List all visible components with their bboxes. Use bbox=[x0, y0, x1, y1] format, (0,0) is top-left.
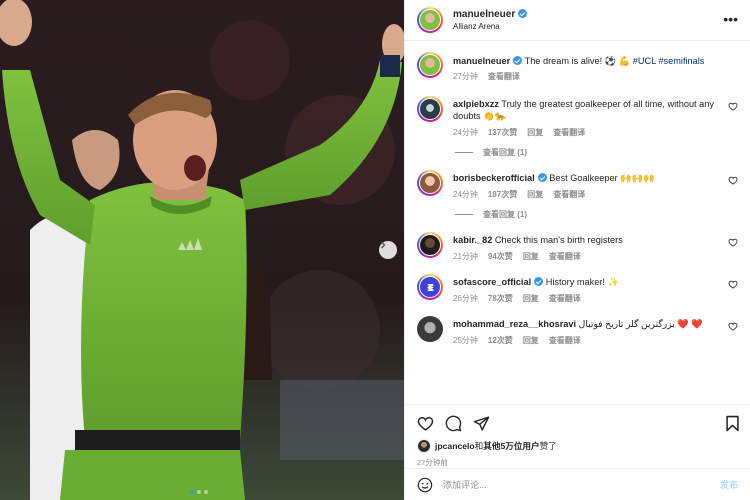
heart-icon[interactable] bbox=[728, 238, 738, 247]
chevron-right-icon bbox=[381, 241, 386, 249]
avatar[interactable] bbox=[417, 439, 431, 453]
share-icon[interactable] bbox=[473, 415, 490, 432]
comment-input[interactable] bbox=[443, 479, 720, 490]
bookmark-icon[interactable] bbox=[725, 415, 740, 432]
comment-likes[interactable]: 12次赞 bbox=[488, 335, 513, 346]
divider bbox=[455, 152, 473, 153]
caption-emoji: ⚽ 💪 bbox=[604, 56, 631, 66]
comments-list[interactable]: manuelneuer The dream is alive! ⚽ 💪 #UCL… bbox=[405, 41, 750, 404]
liker-username[interactable]: jpcancelo bbox=[435, 441, 475, 451]
carousel-dot bbox=[190, 490, 194, 494]
post-time: 27分钟前 bbox=[417, 458, 448, 467]
goalkeeper-photo bbox=[0, 0, 404, 500]
comment-icon[interactable] bbox=[445, 415, 462, 432]
comment-username[interactable]: sofascore_official bbox=[453, 277, 531, 287]
verified-badge-icon bbox=[537, 173, 547, 182]
comment-item: kabir._82 Check this man's birth registe… bbox=[417, 232, 738, 262]
avatar[interactable] bbox=[417, 7, 443, 33]
translate-link[interactable]: 查看翻译 bbox=[549, 251, 581, 262]
view-replies-label: 查看回复 (1) bbox=[483, 148, 527, 157]
avatar[interactable] bbox=[417, 52, 443, 78]
comment-text: Check this man's birth registers bbox=[494, 235, 623, 245]
comment-likes[interactable]: 137次赞 bbox=[488, 127, 517, 138]
avatar[interactable] bbox=[417, 274, 443, 300]
reply-link[interactable]: 回复 bbox=[523, 251, 539, 262]
avatar[interactable] bbox=[417, 316, 443, 342]
comment-time: 24分钟 bbox=[453, 190, 478, 199]
caption-hashtags[interactable]: #UCL #semifinals bbox=[633, 56, 705, 66]
verified-badge-icon bbox=[513, 56, 523, 65]
heart-icon[interactable] bbox=[728, 176, 738, 185]
comment-time: 21分钟 bbox=[453, 252, 478, 261]
reply-link[interactable]: 回复 bbox=[523, 293, 539, 304]
comment-username[interactable]: borisbeckerofficial bbox=[453, 173, 535, 183]
post-side-panel: manuelneuer Allianz Arena ••• manuelneue… bbox=[404, 0, 750, 500]
reply-link[interactable]: 回复 bbox=[527, 127, 543, 138]
post-header: manuelneuer Allianz Arena ••• bbox=[405, 0, 750, 41]
comment-item: borisbeckerofficial Best Goalkeeper 🙌🙌🙌 … bbox=[417, 170, 738, 200]
post-comment-button[interactable]: 发布 bbox=[720, 478, 738, 491]
translate-link[interactable]: 查看翻译 bbox=[549, 293, 581, 304]
comment-likes[interactable]: 187次赞 bbox=[488, 189, 517, 200]
comment-item: axlpiebxzz Truly the greatest goalkeeper… bbox=[417, 96, 738, 138]
heart-icon[interactable] bbox=[728, 280, 738, 289]
verified-badge-icon bbox=[534, 277, 544, 286]
likes-others[interactable]: 其他5万位用户 bbox=[483, 441, 539, 451]
likes-text-end: 赞了 bbox=[539, 441, 557, 451]
reply-link[interactable]: 回复 bbox=[527, 189, 543, 200]
sofascore-logo-icon bbox=[426, 283, 434, 291]
more-horizontal-icon[interactable]: ••• bbox=[723, 12, 738, 26]
post-username[interactable]: manuelneuer bbox=[453, 9, 515, 20]
view-replies-link[interactable]: 查看回复 (1) bbox=[455, 209, 738, 220]
likes-text: 和 bbox=[474, 441, 484, 451]
comment-text: History maker! ✨ bbox=[545, 277, 619, 287]
reply-link[interactable]: 回复 bbox=[523, 335, 539, 346]
comment-time: 24分钟 bbox=[453, 128, 478, 137]
heart-icon[interactable] bbox=[728, 102, 738, 111]
comment-text: بزرگترین گلر تاریخ فوتبال ❤️ ❤️ bbox=[578, 319, 703, 329]
carousel-dot bbox=[204, 490, 208, 494]
next-photo-button[interactable] bbox=[379, 241, 397, 259]
comment-text: Best Goalkeeper 🙌🙌🙌 bbox=[549, 173, 655, 183]
view-replies-link[interactable]: 查看回复 (1) bbox=[455, 147, 738, 158]
avatar[interactable] bbox=[417, 170, 443, 196]
comment-username[interactable]: axlpiebxzz bbox=[453, 99, 499, 109]
comment-item: mohammad_reza__khosravi بزرگترین گلر تار… bbox=[417, 316, 738, 346]
comment-likes[interactable]: 78次赞 bbox=[488, 293, 513, 304]
carousel-dot bbox=[197, 490, 201, 494]
add-comment-bar: 发布 bbox=[405, 468, 750, 500]
comment-item: sofascore_official History maker! ✨ 26分钟… bbox=[417, 274, 738, 304]
likes-summary[interactable]: jpcancelo和其他5万位用户赞了 bbox=[417, 439, 738, 453]
caption-username[interactable]: manuelneuer bbox=[453, 56, 510, 66]
post-photo bbox=[0, 0, 404, 500]
comment-likes[interactable]: 94次赞 bbox=[488, 251, 513, 262]
divider bbox=[455, 214, 473, 215]
comment-username[interactable]: mohammad_reza__khosravi bbox=[453, 319, 576, 329]
post-actions: jpcancelo和其他5万位用户赞了 27分钟前 bbox=[405, 404, 750, 468]
translate-link[interactable]: 查看翻译 bbox=[553, 189, 585, 200]
verified-badge-icon bbox=[518, 9, 528, 18]
translate-link[interactable]: 查看翻译 bbox=[553, 127, 585, 138]
comment-time: 25分钟 bbox=[453, 336, 478, 345]
translate-link[interactable]: 查看翻译 bbox=[488, 71, 520, 82]
translate-link[interactable]: 查看翻译 bbox=[549, 335, 581, 346]
avatar[interactable] bbox=[417, 96, 443, 122]
header-text: manuelneuer Allianz Arena bbox=[453, 7, 528, 33]
carousel-dots bbox=[190, 490, 208, 494]
post-location[interactable]: Allianz Arena bbox=[453, 21, 527, 33]
heart-icon[interactable] bbox=[728, 322, 738, 331]
comment-username[interactable]: kabir._82 bbox=[453, 235, 492, 245]
avatar[interactable] bbox=[417, 232, 443, 258]
caption-text: The dream is alive! bbox=[524, 56, 605, 66]
caption: manuelneuer The dream is alive! ⚽ 💪 #UCL… bbox=[417, 52, 738, 82]
comment-time: 26分钟 bbox=[453, 294, 478, 303]
view-replies-label: 查看回复 (1) bbox=[483, 210, 527, 219]
like-heart-icon[interactable] bbox=[417, 415, 434, 432]
caption-time: 27分钟 bbox=[453, 72, 478, 81]
emoji-icon[interactable] bbox=[417, 477, 433, 493]
